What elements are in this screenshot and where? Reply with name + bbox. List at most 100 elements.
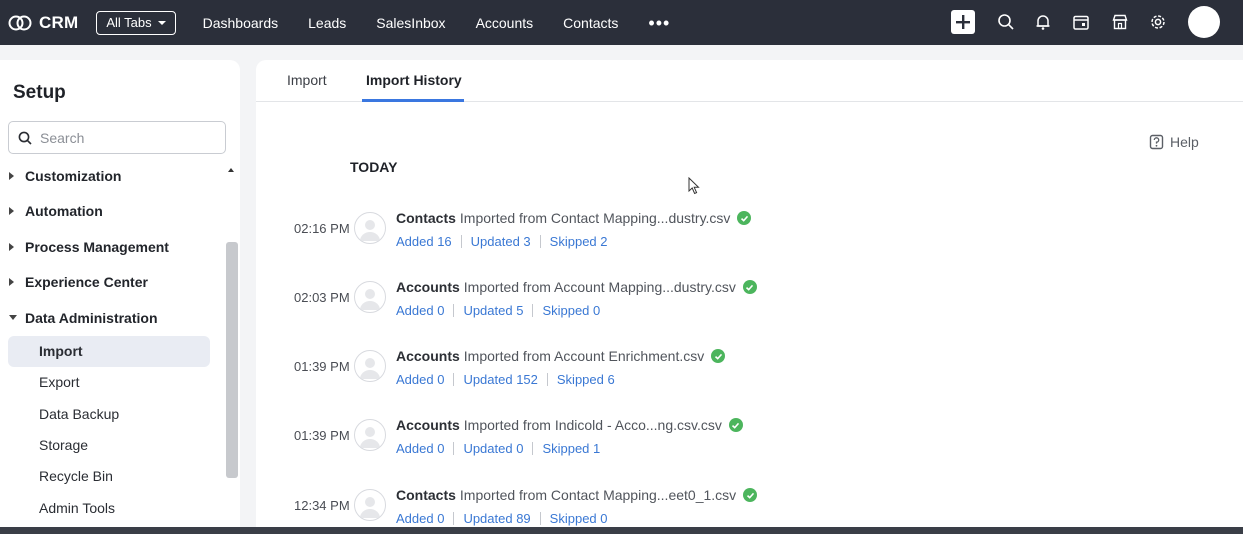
entry-text: Imported from Indicold - Acco...ng.csv.c… (463, 417, 722, 433)
sidebar-section-process-management[interactable]: Process Management (0, 229, 222, 265)
section-label: Automation (25, 203, 103, 220)
expand-arrow-icon (9, 278, 14, 287)
top-navigation-bar: CRM All Tabs Dashboards Leads SalesInbox… (0, 0, 1243, 45)
divider (532, 442, 534, 455)
section-label: Customization (25, 167, 122, 184)
entry-module[interactable]: Accounts (396, 348, 460, 364)
active-tab-indicator (362, 99, 464, 102)
search-icon[interactable] (997, 13, 1015, 31)
crm-logo-icon (8, 11, 32, 35)
sidebar-section-customization[interactable]: Customization (0, 158, 222, 194)
notification-bell-icon[interactable] (1034, 13, 1052, 31)
divider (532, 304, 534, 317)
sidebar-section-experience-center[interactable]: Experience Center (0, 265, 222, 301)
success-check-icon (711, 349, 726, 363)
entry-stats: Added 0 Updated 5 Skipped 0 (396, 303, 600, 318)
user-avatar (354, 489, 386, 521)
nav-contacts[interactable]: Contacts (563, 15, 618, 31)
sidebar-scrollbar[interactable] (226, 242, 238, 478)
sidebar-item-storage[interactable]: Storage (8, 429, 210, 460)
calendar-icon[interactable] (1072, 13, 1090, 31)
nav-accounts[interactable]: Accounts (476, 15, 534, 31)
sidebar-item-recycle-bin[interactable]: Recycle Bin (8, 461, 210, 492)
nav-leads[interactable]: Leads (308, 15, 346, 31)
sidebar-item-import[interactable]: Import (8, 335, 210, 367)
setup-menu: Customization Automation Process Managem… (0, 158, 222, 534)
all-tabs-dropdown[interactable]: All Tabs (96, 10, 176, 35)
settings-gear-icon[interactable] (1149, 13, 1167, 31)
sidebar-section-automation[interactable]: Automation (0, 194, 222, 230)
import-history-entry: 02:16 PM Contacts Imported from Contact … (256, 210, 956, 260)
user-avatar (354, 419, 386, 451)
bottom-window-bar (0, 527, 1243, 534)
entry-stats: Added 0 Updated 89 Skipped 0 (396, 511, 608, 526)
tab-import-history[interactable]: Import History (366, 72, 462, 88)
entry-module[interactable]: Accounts (396, 417, 460, 433)
sidebar-item-admin-tools[interactable]: Admin Tools (8, 492, 210, 523)
divider (539, 235, 541, 248)
skipped-count-link[interactable]: Skipped 0 (550, 511, 608, 526)
divider (453, 512, 455, 525)
help-icon (1149, 134, 1164, 150)
added-count-link[interactable]: Added 16 (396, 234, 452, 249)
import-history-entry: 01:39 PM Accounts Imported from Indicold… (256, 417, 956, 467)
entry-description: Accounts Imported from Account Enrichmen… (396, 348, 726, 364)
updated-count-link[interactable]: Updated 89 (463, 511, 530, 526)
marketplace-icon[interactable] (1111, 13, 1129, 31)
skipped-count-link[interactable]: Skipped 6 (557, 372, 615, 387)
added-count-link[interactable]: Added 0 (396, 511, 444, 526)
updated-count-link[interactable]: Updated 3 (471, 234, 531, 249)
user-avatar (354, 212, 386, 244)
tab-bar: Import Import History (256, 60, 1243, 102)
import-history-entry: 01:39 PM Accounts Imported from Account … (256, 348, 956, 398)
entry-stats: Added 16 Updated 3 Skipped 2 (396, 234, 608, 249)
updated-count-link[interactable]: Updated 152 (463, 372, 537, 387)
entry-time: 12:34 PM (294, 498, 350, 513)
skipped-count-link[interactable]: Skipped 2 (550, 234, 608, 249)
success-check-icon (728, 418, 743, 432)
setup-title: Setup (13, 82, 66, 103)
sidebar-item-export[interactable]: Export (8, 367, 210, 398)
skipped-count-link[interactable]: Skipped 0 (542, 303, 600, 318)
added-count-link[interactable]: Added 0 (396, 303, 444, 318)
divider (453, 442, 455, 455)
entry-module[interactable]: Accounts (396, 279, 460, 295)
skipped-count-link[interactable]: Skipped 1 (542, 441, 600, 456)
added-count-link[interactable]: Added 0 (396, 372, 444, 387)
nav-dashboards[interactable]: Dashboards (203, 15, 279, 31)
success-check-icon (737, 211, 752, 225)
import-history-entry: 02:03 PM Accounts Imported from Account … (256, 279, 956, 329)
entry-description: Contacts Imported from Contact Mapping..… (396, 487, 758, 503)
user-avatar[interactable] (1188, 6, 1220, 38)
create-new-button[interactable] (951, 10, 975, 34)
entry-module[interactable]: Contacts (396, 210, 456, 226)
all-tabs-label: All Tabs (106, 15, 152, 30)
updated-count-link[interactable]: Updated 0 (463, 441, 523, 456)
sidebar-section-data-administration[interactable]: Data Administration (0, 300, 222, 336)
success-check-icon (743, 488, 758, 502)
setup-search[interactable] (8, 121, 226, 154)
expand-arrow-icon (9, 171, 14, 180)
nav-salesinbox[interactable]: SalesInbox (376, 15, 445, 31)
search-icon (18, 131, 32, 145)
entry-time: 01:39 PM (294, 359, 350, 374)
success-check-icon (742, 280, 757, 294)
section-label: Experience Center (25, 274, 148, 291)
entry-text: Imported from Contact Mapping...dustry.c… (459, 210, 731, 226)
sidebar-item-data-backup[interactable]: Data Backup (8, 398, 210, 429)
search-input[interactable] (40, 129, 210, 146)
divider (460, 235, 462, 248)
setup-sidebar: Setup Customization Automation Process M… (0, 60, 240, 534)
group-label-today: TODAY (350, 159, 398, 175)
divider (539, 512, 541, 525)
updated-count-link[interactable]: Updated 5 (463, 303, 523, 318)
entry-description: Accounts Imported from Indicold - Acco..… (396, 417, 743, 433)
entry-module[interactable]: Contacts (396, 487, 456, 503)
added-count-link[interactable]: Added 0 (396, 441, 444, 456)
divider (546, 373, 548, 386)
scroll-up-arrow-icon[interactable] (228, 168, 234, 172)
brand[interactable]: CRM (8, 11, 78, 35)
help-link[interactable]: Help (1149, 134, 1199, 150)
more-tabs-icon[interactable]: ••• (648, 14, 670, 32)
tab-import[interactable]: Import (287, 72, 327, 88)
